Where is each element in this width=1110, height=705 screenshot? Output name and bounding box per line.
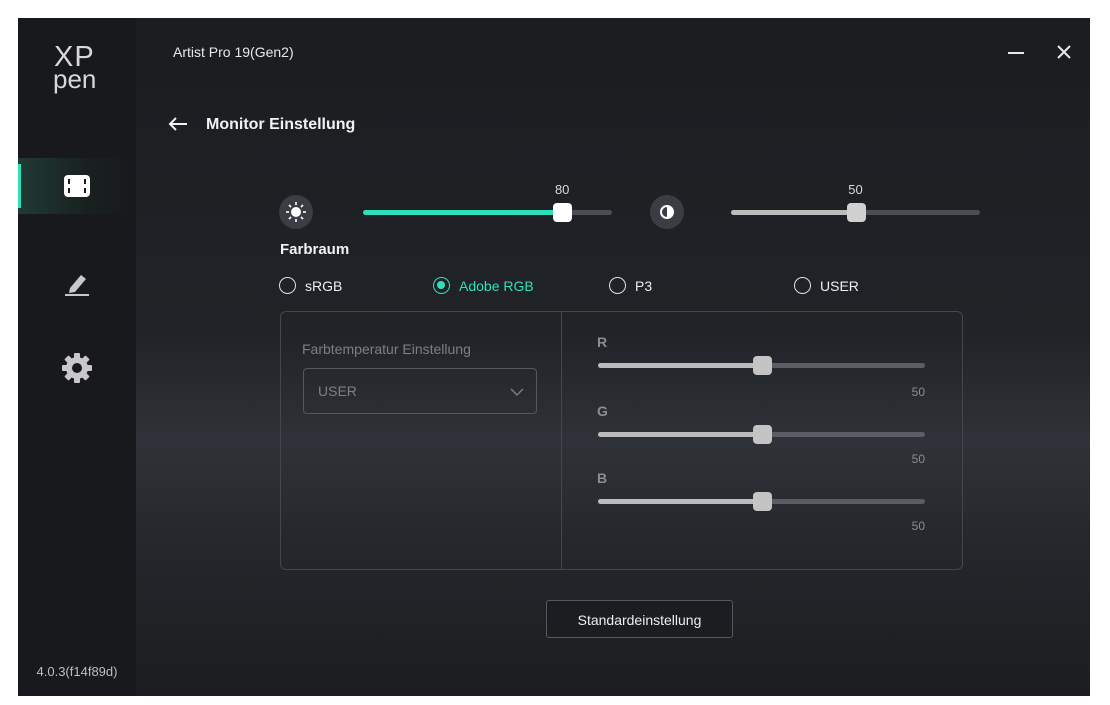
sidebar-item-monitor[interactable] bbox=[18, 158, 136, 214]
minimize-button[interactable] bbox=[1002, 40, 1032, 66]
radio-circle bbox=[433, 277, 450, 294]
version-label: 4.0.3(f14f89d) bbox=[36, 664, 118, 679]
close-icon bbox=[1057, 45, 1071, 59]
back-arrow-icon bbox=[168, 117, 187, 131]
green-slider-fill bbox=[598, 432, 762, 437]
screen-frame-icon bbox=[64, 175, 90, 197]
blue-value: 50 bbox=[911, 519, 925, 533]
xppen-logo: XP pen bbox=[50, 42, 110, 98]
brightness-slider-fill bbox=[363, 210, 563, 215]
app-window: XP pen 4.0.3(f14f89d) Artist Pro 19(Gen2… bbox=[18, 18, 1090, 696]
red-slider-fill bbox=[598, 363, 762, 368]
reset-defaults-button[interactable]: Standardeinstellung bbox=[546, 600, 733, 638]
green-label: G bbox=[597, 403, 608, 419]
red-label: R bbox=[597, 334, 608, 350]
sidebar: XP pen 4.0.3(f14f89d) bbox=[18, 18, 136, 696]
close-button[interactable] bbox=[1049, 40, 1079, 66]
color-temp-value: USER bbox=[318, 383, 357, 399]
radio-circle bbox=[794, 277, 811, 294]
active-indicator bbox=[18, 164, 21, 208]
sun-icon bbox=[286, 202, 306, 222]
color-temp-panel: Farbtemperatur Einstellung USER R 50 G 5… bbox=[280, 311, 963, 570]
pen-icon bbox=[65, 275, 89, 296]
panel-divider bbox=[561, 312, 562, 569]
red-value: 50 bbox=[911, 385, 925, 399]
brightness-slider-thumb[interactable] bbox=[553, 203, 573, 222]
color-temp-select[interactable]: USER bbox=[303, 368, 537, 414]
color-temp-label: Farbtemperatur Einstellung bbox=[302, 341, 471, 357]
reset-defaults-label: Standardeinstellung bbox=[577, 612, 702, 628]
radio-label: Adobe RGB bbox=[459, 278, 534, 294]
sidebar-item-settings[interactable] bbox=[18, 340, 136, 396]
contrast-slider-fill bbox=[731, 210, 856, 215]
green-value: 50 bbox=[911, 452, 925, 466]
blue-slider-fill bbox=[598, 499, 762, 504]
radio-circle bbox=[609, 277, 626, 294]
chevron-down-icon bbox=[510, 388, 524, 396]
radio-label: P3 bbox=[635, 278, 653, 294]
contrast-icon bbox=[660, 205, 674, 219]
gear-icon bbox=[62, 353, 92, 383]
brightness-button bbox=[279, 195, 313, 229]
green-slider-thumb[interactable] bbox=[752, 425, 772, 444]
minimize-icon bbox=[1008, 52, 1024, 54]
brightness-value: 80 bbox=[554, 182, 570, 197]
red-slider-thumb[interactable] bbox=[752, 356, 772, 375]
logo-bottom-text: pen bbox=[53, 64, 97, 94]
contrast-slider-thumb[interactable] bbox=[846, 203, 866, 222]
contrast-value: 50 bbox=[848, 182, 863, 197]
radio-label: sRGB bbox=[305, 278, 343, 294]
page-title: Monitor Einstellung bbox=[206, 116, 356, 133]
blue-label: B bbox=[597, 470, 608, 486]
device-title: Artist Pro 19(Gen2) bbox=[173, 44, 294, 60]
main-content: Monitor Einstellung 80 50 Farbraum sRGB … bbox=[136, 90, 1090, 696]
contrast-button bbox=[650, 195, 684, 229]
blue-slider-thumb[interactable] bbox=[752, 492, 772, 511]
radio-circle bbox=[279, 277, 296, 294]
color-space-label: Farbraum bbox=[280, 241, 350, 258]
radio-label: USER bbox=[820, 278, 859, 294]
title-bar: Artist Pro 19(Gen2) bbox=[136, 18, 1090, 90]
sidebar-item-pen[interactable] bbox=[18, 254, 136, 310]
back-button[interactable] bbox=[166, 114, 190, 134]
